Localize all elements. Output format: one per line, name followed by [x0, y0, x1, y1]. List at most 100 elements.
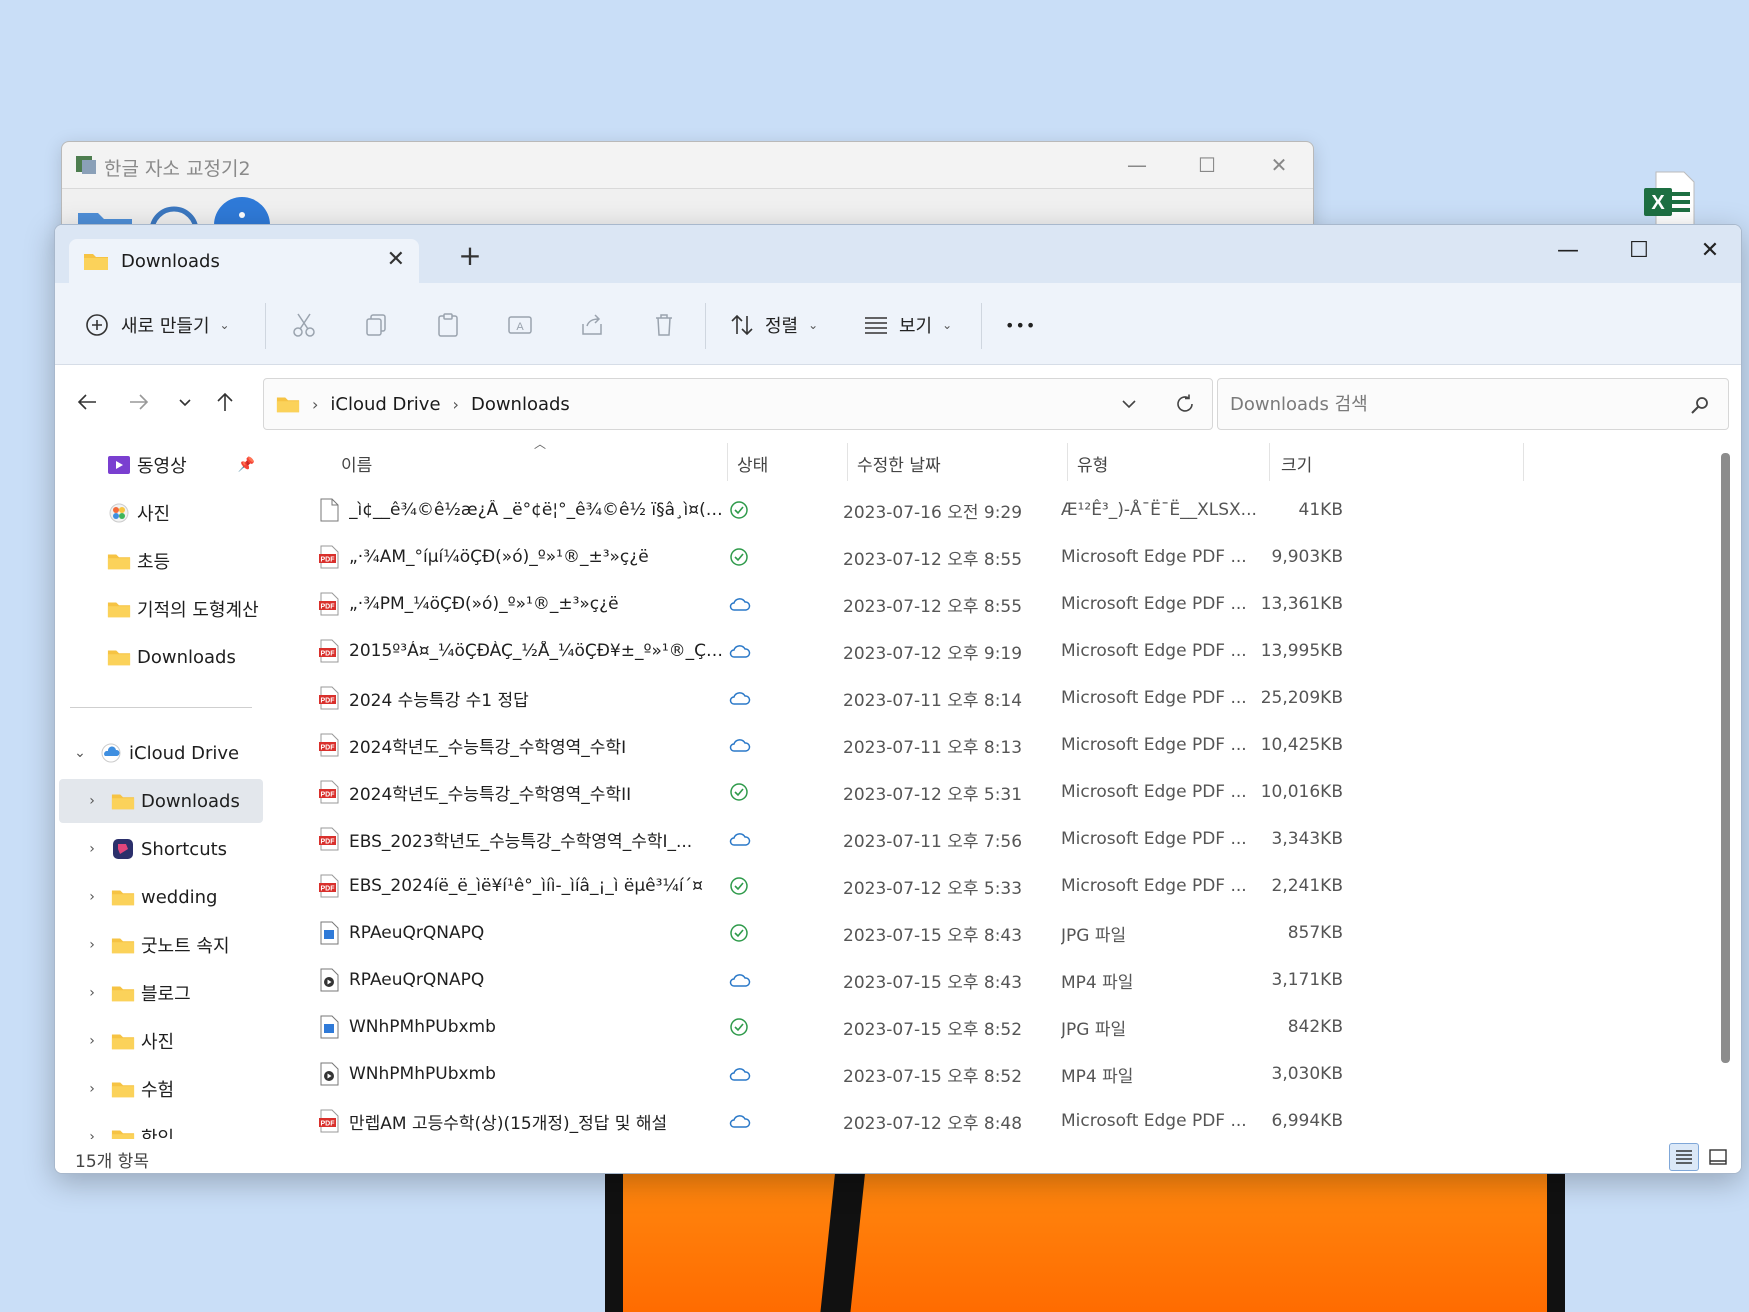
sidebar-item-downloads[interactable]: › Downloads [59, 779, 263, 823]
paste-button[interactable] [435, 305, 461, 345]
file-name-cell[interactable]: WNhPMhPUbxmb [319, 1004, 729, 1050]
file-name-cell[interactable]: PDF 만렙AM 고등수학(상)(15개정)_정답 및 해설 [319, 1098, 729, 1144]
file-explorer-window[interactable]: Downloads ✕ + — ☐ ✕ 새로 만들기 ⌄ A 정렬 ⌄ 보기 ⌄… [54, 224, 1742, 1174]
file-name-cell[interactable]: PDF 2024학년도_수능특강_수학영역_수학Ⅰ [319, 722, 729, 768]
new-button-label: 새로 만들기 [121, 316, 210, 337]
sidebar-item-photos-folder[interactable]: › 사진 [55, 1019, 263, 1063]
table-row[interactable]: _ì¢__ê¾©ê½æ¿Â _ë°¢ë¦°_ê¾©ê½ ï§â¸ì¤(23.7.… [311, 487, 1421, 533]
sidebar-item-hanin[interactable]: › 한인 [55, 1115, 263, 1139]
file-name-cell[interactable]: RPAeuQrQNAPQ [319, 910, 729, 956]
delete-button[interactable] [651, 305, 677, 345]
excel-file-icon[interactable]: X [1642, 170, 1696, 230]
sidebar-item-goodnotes[interactable]: › 굿노트 속지 [55, 923, 263, 967]
share-button[interactable] [579, 305, 605, 345]
chevron-right-icon[interactable]: › [85, 985, 99, 1001]
modified-date: 2023-07-11 오후 8:13 [843, 737, 1023, 758]
chevron-right-icon[interactable]: › [85, 1129, 99, 1139]
column-header-size[interactable]: 크기 [1281, 439, 1312, 487]
back-button[interactable] [69, 384, 105, 420]
rename-button[interactable]: A [507, 305, 533, 345]
table-row[interactable]: RPAeuQrQNAPQ 2023-07-15 오후 8:43 JPG 파일 857K… [311, 910, 1421, 956]
sidebar-item-icloud-drive[interactable]: ⌄ iCloud Drive [55, 731, 263, 775]
column-header-date[interactable]: 수정한 날짜 [857, 439, 941, 487]
table-row[interactable]: PDF „·¾AM_°íµí¼öÇÐ(»ó)_º»¹®_±³»ç¿ë 2023-07… [311, 534, 1421, 580]
forward-button[interactable] [121, 384, 157, 420]
column-header-name[interactable]: 이름 [341, 439, 372, 487]
column-header-type[interactable]: 유형 [1077, 439, 1108, 487]
sort-button[interactable]: 정렬 ⌄ [729, 305, 818, 345]
chevron-right-icon[interactable]: › [85, 937, 99, 953]
file-name-cell[interactable]: _ì¢__ê¾©ê½æ¿Â _ë°¢ë¦°_ê¾©ê½ ï§â¸ì¤(23.7.… [319, 487, 729, 533]
sidebar-item-shape-calc[interactable]: 기적의 도형계산 [55, 587, 263, 631]
table-row[interactable]: RPAeuQrQNAPQ 2023-07-15 오후 8:43 MP4 파일 3,17… [311, 957, 1421, 1003]
scissors-icon [293, 313, 315, 337]
refresh-icon[interactable] [1174, 393, 1196, 415]
chevron-down-icon[interactable] [1120, 395, 1138, 413]
up-button[interactable] [207, 384, 243, 420]
table-row[interactable]: PDF 2024 수능특강 수1 정답 2023-07-11 오후 8:14 Micr… [311, 675, 1421, 721]
sidebar-item-elementary[interactable]: 초등 [55, 539, 263, 583]
tab-close-button[interactable]: ✕ [387, 247, 405, 272]
file-name-cell[interactable]: PDF „·¾AM_°íµí¼öÇÐ(»ó)_º»¹®_±³»ç¿ë [319, 534, 729, 580]
tab-downloads[interactable]: Downloads ✕ [69, 239, 419, 283]
chevron-right-icon[interactable]: › [85, 1081, 99, 1097]
table-row[interactable]: WNhPMhPUbxmb 2023-07-15 오후 8:52 MP4 파일 3,03… [311, 1051, 1421, 1097]
file-name-cell[interactable]: PDF 2024학년도_수능특강_수학영역_수학ⅠⅠ [319, 769, 729, 815]
chevron-right-icon[interactable]: › [85, 793, 99, 809]
file-name: RPAeuQrQNAPQ [349, 970, 485, 990]
pin-icon[interactable]: 📌 [238, 457, 255, 473]
table-row[interactable]: PDF 2024학년도_수능특강_수학영역_수학Ⅰ 2023-07-11 오후 8:… [311, 722, 1421, 768]
chevron-down-icon[interactable]: ⌄ [73, 745, 87, 761]
file-name-cell[interactable]: WNhPMhPUbxmb [319, 1051, 729, 1097]
new-button[interactable]: 새로 만들기 ⌄ [85, 305, 230, 345]
sidebar-item-photos[interactable]: 사진 [55, 491, 263, 535]
sidebar-item-exam[interactable]: › 수험 [55, 1067, 263, 1111]
address-bar[interactable]: › iCloud Drive › Downloads [263, 378, 1213, 430]
background-minimize-button[interactable]: — [1122, 150, 1152, 180]
file-name-cell[interactable]: PDF 2015º³Á¤_¼öÇÐÀÇ_½Å_¼öÇÐ¥±_º»¹®_ÇÐ»ý..… [319, 628, 729, 674]
table-row[interactable]: PDF 만렙AM 고등수학(상)(15개정)_정답 및 해설 2023-07-12 … [311, 1098, 1421, 1144]
file-list: ︿ 이름 상태 수정한 날짜 유형 크기 _ì¢__ê¾©ê½æ¿Â _ë°¢ë… [291, 437, 1721, 1139]
chevron-right-icon[interactable]: › [85, 841, 99, 857]
breadcrumb-icloud-drive[interactable]: iCloud Drive [330, 394, 440, 415]
file-name-cell[interactable]: PDF EBS_2023학년도_수능특강_수학영역_수학Ⅰ_... [319, 816, 729, 862]
more-options-button[interactable]: ••• [1005, 305, 1036, 345]
view-button[interactable]: 보기 ⌄ [863, 305, 952, 345]
chevron-right-icon[interactable]: › [85, 1033, 99, 1049]
cut-button[interactable] [291, 305, 317, 345]
column-header-status[interactable]: 상태 [737, 439, 768, 487]
file-name-cell[interactable]: PDF „·¾PM_¼öÇÐ(»ó)_º»¹®_±³»ç¿ë [319, 581, 729, 627]
table-row[interactable]: PDF „·¾PM_¼öÇÐ(»ó)_º»¹®_±³»ç¿ë 2023-07-12 … [311, 581, 1421, 627]
file-name-cell[interactable]: PDF 2024 수능특강 수1 정답 [319, 675, 729, 721]
sidebar-item-downloads-quick[interactable]: Downloads [55, 635, 263, 679]
file-list-scrollbar[interactable] [1721, 453, 1730, 1063]
search-icon[interactable] [1690, 395, 1710, 415]
table-row[interactable]: PDF EBS_2024íë_ë_ìë¥í¹ê°_ìíì-_ìíâ_¡_ì ëµê… [311, 863, 1421, 909]
large-icons-view-button[interactable] [1703, 1143, 1733, 1171]
search-input[interactable] [1230, 393, 1670, 415]
search-box[interactable] [1217, 378, 1729, 430]
table-row[interactable]: PDF 2024학년도_수능특강_수학영역_수학ⅠⅠ 2023-07-12 오후 5… [311, 769, 1421, 815]
file-name-cell[interactable]: RPAeuQrQNAPQ [319, 957, 729, 1003]
sidebar-item-shortcuts[interactable]: › Shortcuts [55, 827, 263, 871]
sidebar-item-blog[interactable]: › 블로그 [55, 971, 263, 1015]
recent-locations-button[interactable] [167, 384, 203, 420]
new-tab-button[interactable]: + [450, 239, 490, 272]
folder-icon [111, 1034, 135, 1050]
copy-button[interactable] [363, 305, 389, 345]
file-name-cell[interactable]: PDF EBS_2024íë_ë_ìë¥í¹ê°_ìíì-_ìíâ_¡_ì ëµê… [319, 863, 729, 909]
maximize-button[interactable]: ☐ [1614, 233, 1664, 269]
item-count: 15개 항목 [75, 1152, 149, 1172]
background-close-button[interactable]: ✕ [1264, 150, 1294, 180]
sidebar-item-wedding[interactable]: › wedding [55, 875, 263, 919]
table-row[interactable]: PDF 2015º³Á¤_¼öÇÐÀÇ_½Å_¼öÇÐ¥±_º»¹®_ÇÐ»ý..… [311, 628, 1421, 674]
close-button[interactable]: ✕ [1685, 233, 1735, 269]
sidebar-item-videos[interactable]: 동영상 📌 [55, 443, 263, 487]
table-row[interactable]: WNhPMhPUbxmb 2023-07-15 오후 8:52 JPG 파일 842K… [311, 1004, 1421, 1050]
breadcrumb-downloads[interactable]: Downloads [471, 394, 570, 415]
details-view-button[interactable] [1669, 1143, 1699, 1171]
chevron-right-icon[interactable]: › [85, 889, 99, 905]
table-row[interactable]: PDF EBS_2023학년도_수능특강_수학영역_수학Ⅰ_... 2023-07-… [311, 816, 1421, 862]
minimize-button[interactable]: — [1543, 233, 1593, 269]
background-maximize-button[interactable]: ☐ [1192, 150, 1222, 180]
